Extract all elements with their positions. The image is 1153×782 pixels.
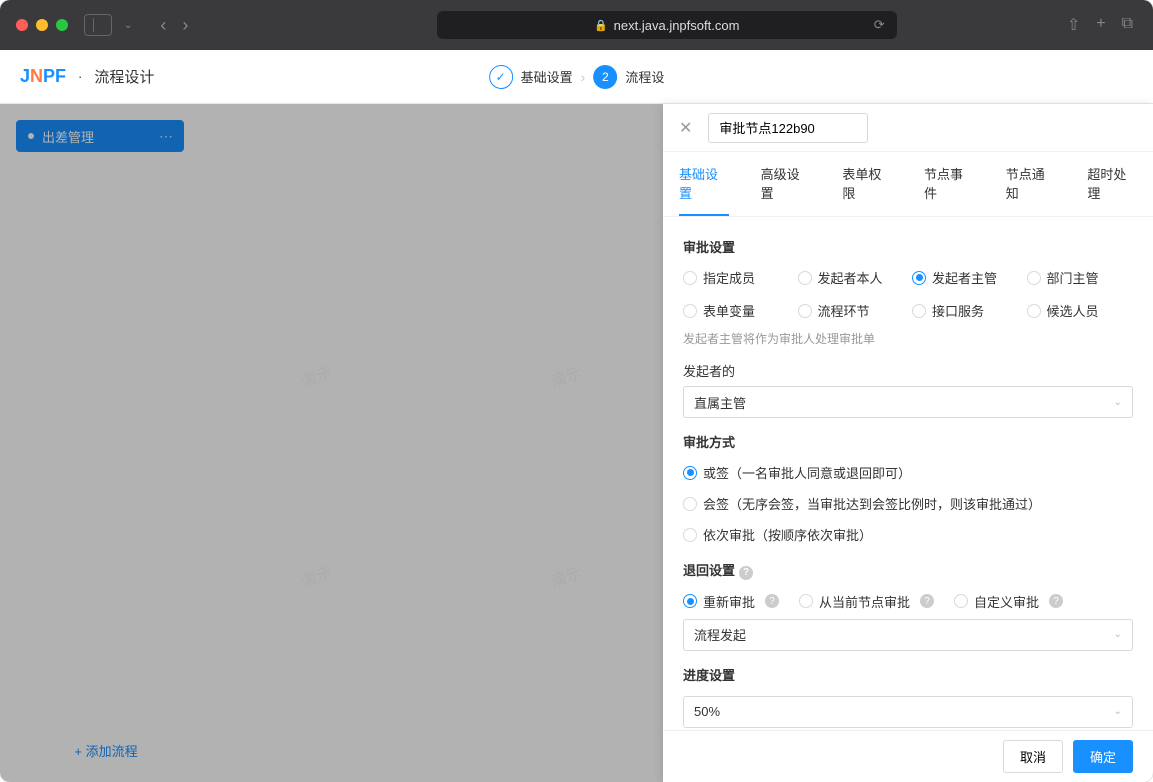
return-settings-title: 退回设置? — [683, 560, 1133, 580]
sidebar-toggle-icon[interactable] — [84, 14, 112, 36]
help-icon[interactable]: ? — [739, 566, 753, 580]
confirm-button[interactable]: 确定 — [1073, 740, 1133, 773]
radio-seq-sign[interactable]: 依次审批（按顺序依次审批） — [683, 525, 1133, 544]
radio-candidate[interactable]: 候选人员 — [1027, 301, 1134, 320]
app-title: 流程设计 — [94, 66, 154, 87]
radio-restart[interactable]: 重新审批? — [683, 592, 779, 611]
tabs-icon[interactable]: ⧉ — [1122, 15, 1133, 35]
progress-title: 进度设置 — [683, 665, 1133, 684]
approval-hint: 发起者主管将作为审批人处理审批单 — [683, 330, 1133, 347]
tab-node-event[interactable]: 节点事件 — [924, 152, 974, 216]
approval-settings-title: 审批设置 — [683, 237, 1133, 256]
initiator-select[interactable]: 直属主管 ⌄ — [683, 386, 1133, 418]
tab-node-notify[interactable]: 节点通知 — [1006, 152, 1056, 216]
radio-custom[interactable]: 自定义审批? — [954, 592, 1063, 611]
chevron-down-icon[interactable]: ⌄ — [124, 20, 132, 31]
tab-timeout[interactable]: 超时处理 — [1087, 152, 1137, 216]
settings-panel: ✕ 基础设置 高级设置 表单权限 节点事件 节点通知 超时处理 审批设置 指定成… — [663, 104, 1153, 782]
maximize-window-button[interactable] — [56, 19, 68, 31]
cancel-button[interactable]: 取消 — [1003, 740, 1063, 773]
node-name-input[interactable] — [708, 113, 868, 143]
lock-icon: 🔒 — [594, 19, 608, 32]
tab-form-perm[interactable]: 表单权限 — [842, 152, 892, 216]
chevron-down-icon: ⌄ — [1114, 706, 1122, 717]
radio-superior[interactable]: 发起者主管 — [912, 268, 1019, 287]
radio-current[interactable]: 从当前节点审批? — [799, 592, 934, 611]
minimize-window-button[interactable] — [36, 19, 48, 31]
radio-flow-link[interactable]: 流程环节 — [798, 301, 905, 320]
app-header: JNPF · 流程设计 ✓ 基础设置 › 2 流程设 — [0, 50, 1153, 104]
initiator-label: 发起者的 — [683, 361, 1133, 380]
tabs: 基础设置 高级设置 表单权限 节点事件 节点通知 超时处理 — [663, 152, 1153, 217]
radio-and-sign[interactable]: 会签（无序会签，当审批达到会签比例时，则该审批通过） — [683, 494, 1133, 513]
chevron-down-icon: ⌄ — [1114, 629, 1122, 640]
step-2-label: 流程设 — [625, 67, 664, 86]
forward-button[interactable]: › — [182, 15, 188, 36]
return-node-select[interactable]: 流程发起 ⌄ — [683, 619, 1133, 651]
radio-form-var[interactable]: 表单变量 — [683, 301, 790, 320]
new-tab-icon[interactable]: + — [1096, 15, 1105, 35]
close-window-button[interactable] — [16, 19, 28, 31]
help-icon[interactable]: ? — [920, 594, 934, 608]
radio-or-sign[interactable]: 或签（一名审批人同意或退回即可） — [683, 463, 1133, 482]
radio-initiator[interactable]: 发起者本人 — [798, 268, 905, 287]
help-icon[interactable]: ? — [765, 594, 779, 608]
share-icon[interactable]: ⇧ — [1067, 15, 1080, 35]
reload-icon[interactable]: ⟳ — [874, 17, 885, 33]
logo: JNPF — [20, 66, 66, 87]
step-active-icon: 2 — [593, 65, 617, 89]
url-text: next.java.jnpfsoft.com — [614, 18, 740, 33]
step-1-label: 基础设置 — [521, 67, 573, 86]
help-icon[interactable]: ? — [1049, 594, 1063, 608]
radio-dept[interactable]: 部门主管 — [1027, 268, 1134, 287]
browser-toolbar: ⌄ ‹ › 🔒 next.java.jnpfsoft.com ⟳ ⇧ + ⧉ — [0, 0, 1153, 50]
tab-basic[interactable]: 基础设置 — [679, 152, 729, 216]
url-bar[interactable]: 🔒 next.java.jnpfsoft.com ⟳ — [437, 11, 897, 39]
progress-select[interactable]: 50% ⌄ — [683, 696, 1133, 728]
close-icon[interactable]: ✕ — [679, 118, 692, 138]
chevron-right-icon: › — [581, 69, 586, 85]
back-button[interactable]: ‹ — [160, 15, 166, 36]
approval-method-title: 审批方式 — [683, 432, 1133, 451]
stepper: ✓ 基础设置 › 2 流程设 — [489, 65, 665, 89]
radio-member[interactable]: 指定成员 — [683, 268, 790, 287]
radio-interface[interactable]: 接口服务 — [912, 301, 1019, 320]
tab-advanced[interactable]: 高级设置 — [761, 152, 811, 216]
step-done-icon: ✓ — [489, 65, 513, 89]
chevron-down-icon: ⌄ — [1114, 397, 1122, 408]
